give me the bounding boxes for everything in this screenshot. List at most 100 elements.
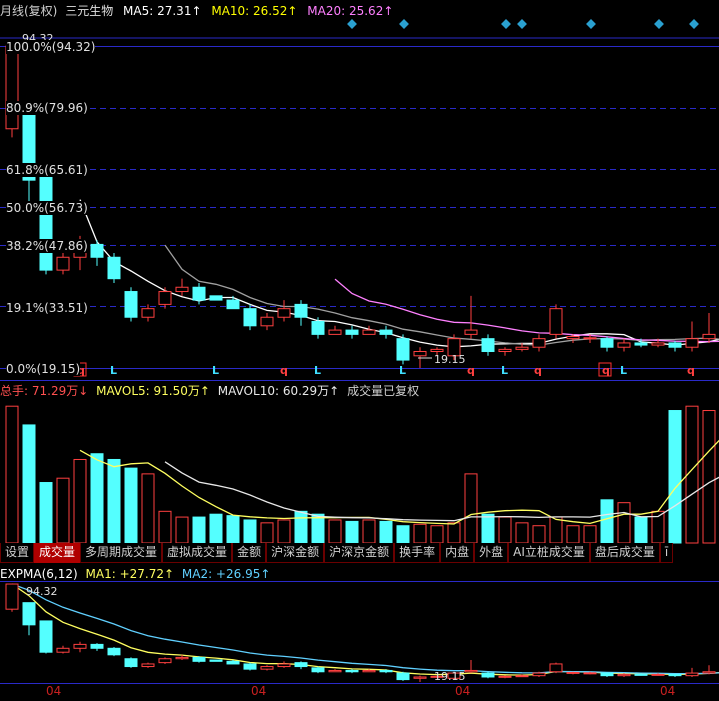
signal-marker: q (602, 364, 610, 377)
candle-body (124, 291, 138, 318)
volume-bar (158, 510, 172, 544)
candle-body (379, 329, 393, 335)
candle-body (294, 303, 308, 318)
volume-bar (5, 405, 19, 544)
volume-bar (209, 513, 223, 544)
candle-body (413, 351, 427, 357)
volume-bar (22, 424, 36, 544)
signal-marker: q (687, 364, 695, 377)
volume-bar (566, 525, 580, 544)
signal-marker: L (110, 364, 117, 377)
event-diamond (399, 19, 409, 29)
tab-more[interactable]: ī (659, 543, 674, 563)
candle-body (379, 669, 393, 673)
tab-sh-sz-bj-amount[interactable]: 沪深京金额 (324, 543, 395, 563)
candle-body (549, 663, 563, 673)
fib-label-61: 61.8%(65.61) (6, 163, 88, 177)
ma10-line (164, 244, 719, 346)
candle-body (617, 342, 631, 348)
x-axis-label: 04 (660, 684, 676, 698)
tab-sh-sz-amount[interactable]: 沪深金额 (266, 543, 325, 563)
volume-bar (141, 473, 155, 544)
signal-marker: L (620, 364, 627, 377)
tab-turnover[interactable]: 换手率 (394, 543, 441, 563)
tab-virtual-volume[interactable]: 虚拟成交量 (162, 543, 233, 563)
candle-body (277, 308, 291, 318)
mavol5-label: MAVOL5: 91.50万↑ (96, 384, 210, 398)
candle-body (566, 336, 580, 340)
expma-lines (11, 583, 719, 676)
volume-bar (39, 482, 53, 544)
candle-body (260, 316, 274, 327)
candle-body (226, 299, 240, 310)
candle-body (56, 256, 70, 271)
candle-body (311, 321, 325, 335)
volume-bars (5, 405, 716, 544)
candle-body (328, 329, 342, 335)
mavol10-line (164, 461, 719, 522)
candle-body (532, 338, 546, 348)
volume-bar (328, 519, 342, 544)
candle-body (260, 666, 274, 670)
volume-bar (226, 515, 240, 544)
candle-body (141, 308, 155, 318)
candle-body (192, 286, 206, 301)
candle-body (294, 662, 308, 668)
volume-bar (379, 520, 393, 544)
signal-marker: q (534, 364, 542, 377)
candle-body (209, 659, 223, 662)
candle-body (549, 308, 563, 335)
candle-body (175, 286, 189, 293)
event-diamond (689, 19, 699, 29)
expma-grid (0, 581, 719, 684)
candle-body (600, 338, 614, 348)
indicator-tabs: 设置 成交量 多周期成交量 虚拟成交量 金额 沪深金额 沪深京金额 换手率 内盘… (0, 543, 719, 563)
candle-body (39, 620, 53, 653)
candle-body (107, 256, 121, 280)
tab-after-hours-volume[interactable]: 盘后成交量 (589, 543, 660, 563)
candle-body (175, 656, 189, 660)
candle-body (651, 673, 665, 676)
tab-outer[interactable]: 外盘 (474, 543, 509, 563)
candle-body (566, 671, 580, 674)
volume-bar (56, 477, 70, 544)
tab-multi-period-volume[interactable]: 多周期成交量 (80, 543, 163, 563)
candle-body (464, 669, 478, 673)
tab-volume[interactable]: 成交量 (34, 543, 81, 563)
chart-canvas[interactable]: 94.3219.15 qLLqLLqLqqLq 94.3219.15 (0, 0, 719, 701)
volume-bar (549, 516, 563, 544)
volume-bar (515, 522, 529, 544)
fib-label-80: 80.9%(79.96) (6, 101, 88, 115)
volume-bar (600, 499, 614, 544)
candle-body (158, 658, 172, 664)
volume-bar (362, 519, 376, 544)
candle-body (209, 295, 223, 301)
x-axis-label: 04 (251, 684, 267, 698)
candle-body (362, 329, 376, 335)
candle-body (243, 308, 257, 327)
expma-ma2-line (11, 583, 719, 675)
expma-candles (5, 583, 716, 682)
volume-bar (73, 458, 87, 544)
moving-average-lines (79, 199, 719, 348)
volume-bar (447, 522, 461, 544)
volume-bar (668, 410, 682, 544)
volume-total-label: 总手: 71.29万↓ (0, 384, 89, 398)
volume-bar (277, 519, 291, 544)
tab-settings[interactable]: 设置 (0, 543, 35, 563)
candle-body (430, 348, 444, 353)
candle-body (73, 643, 87, 649)
signal-marker: L (501, 364, 508, 377)
candle-body (617, 673, 631, 677)
candle-body (345, 669, 359, 673)
tab-amount[interactable]: 金额 (232, 543, 267, 563)
candle-body (634, 342, 648, 346)
candle-body (192, 656, 206, 662)
candle-body (464, 329, 478, 335)
tab-inner[interactable]: 内盘 (440, 543, 475, 563)
candle-body (56, 647, 70, 653)
ma5-line (79, 199, 719, 348)
event-diamond (347, 19, 357, 29)
tab-ai-volume[interactable]: AI立桩成交量 (508, 543, 590, 563)
candle-body (413, 676, 427, 679)
